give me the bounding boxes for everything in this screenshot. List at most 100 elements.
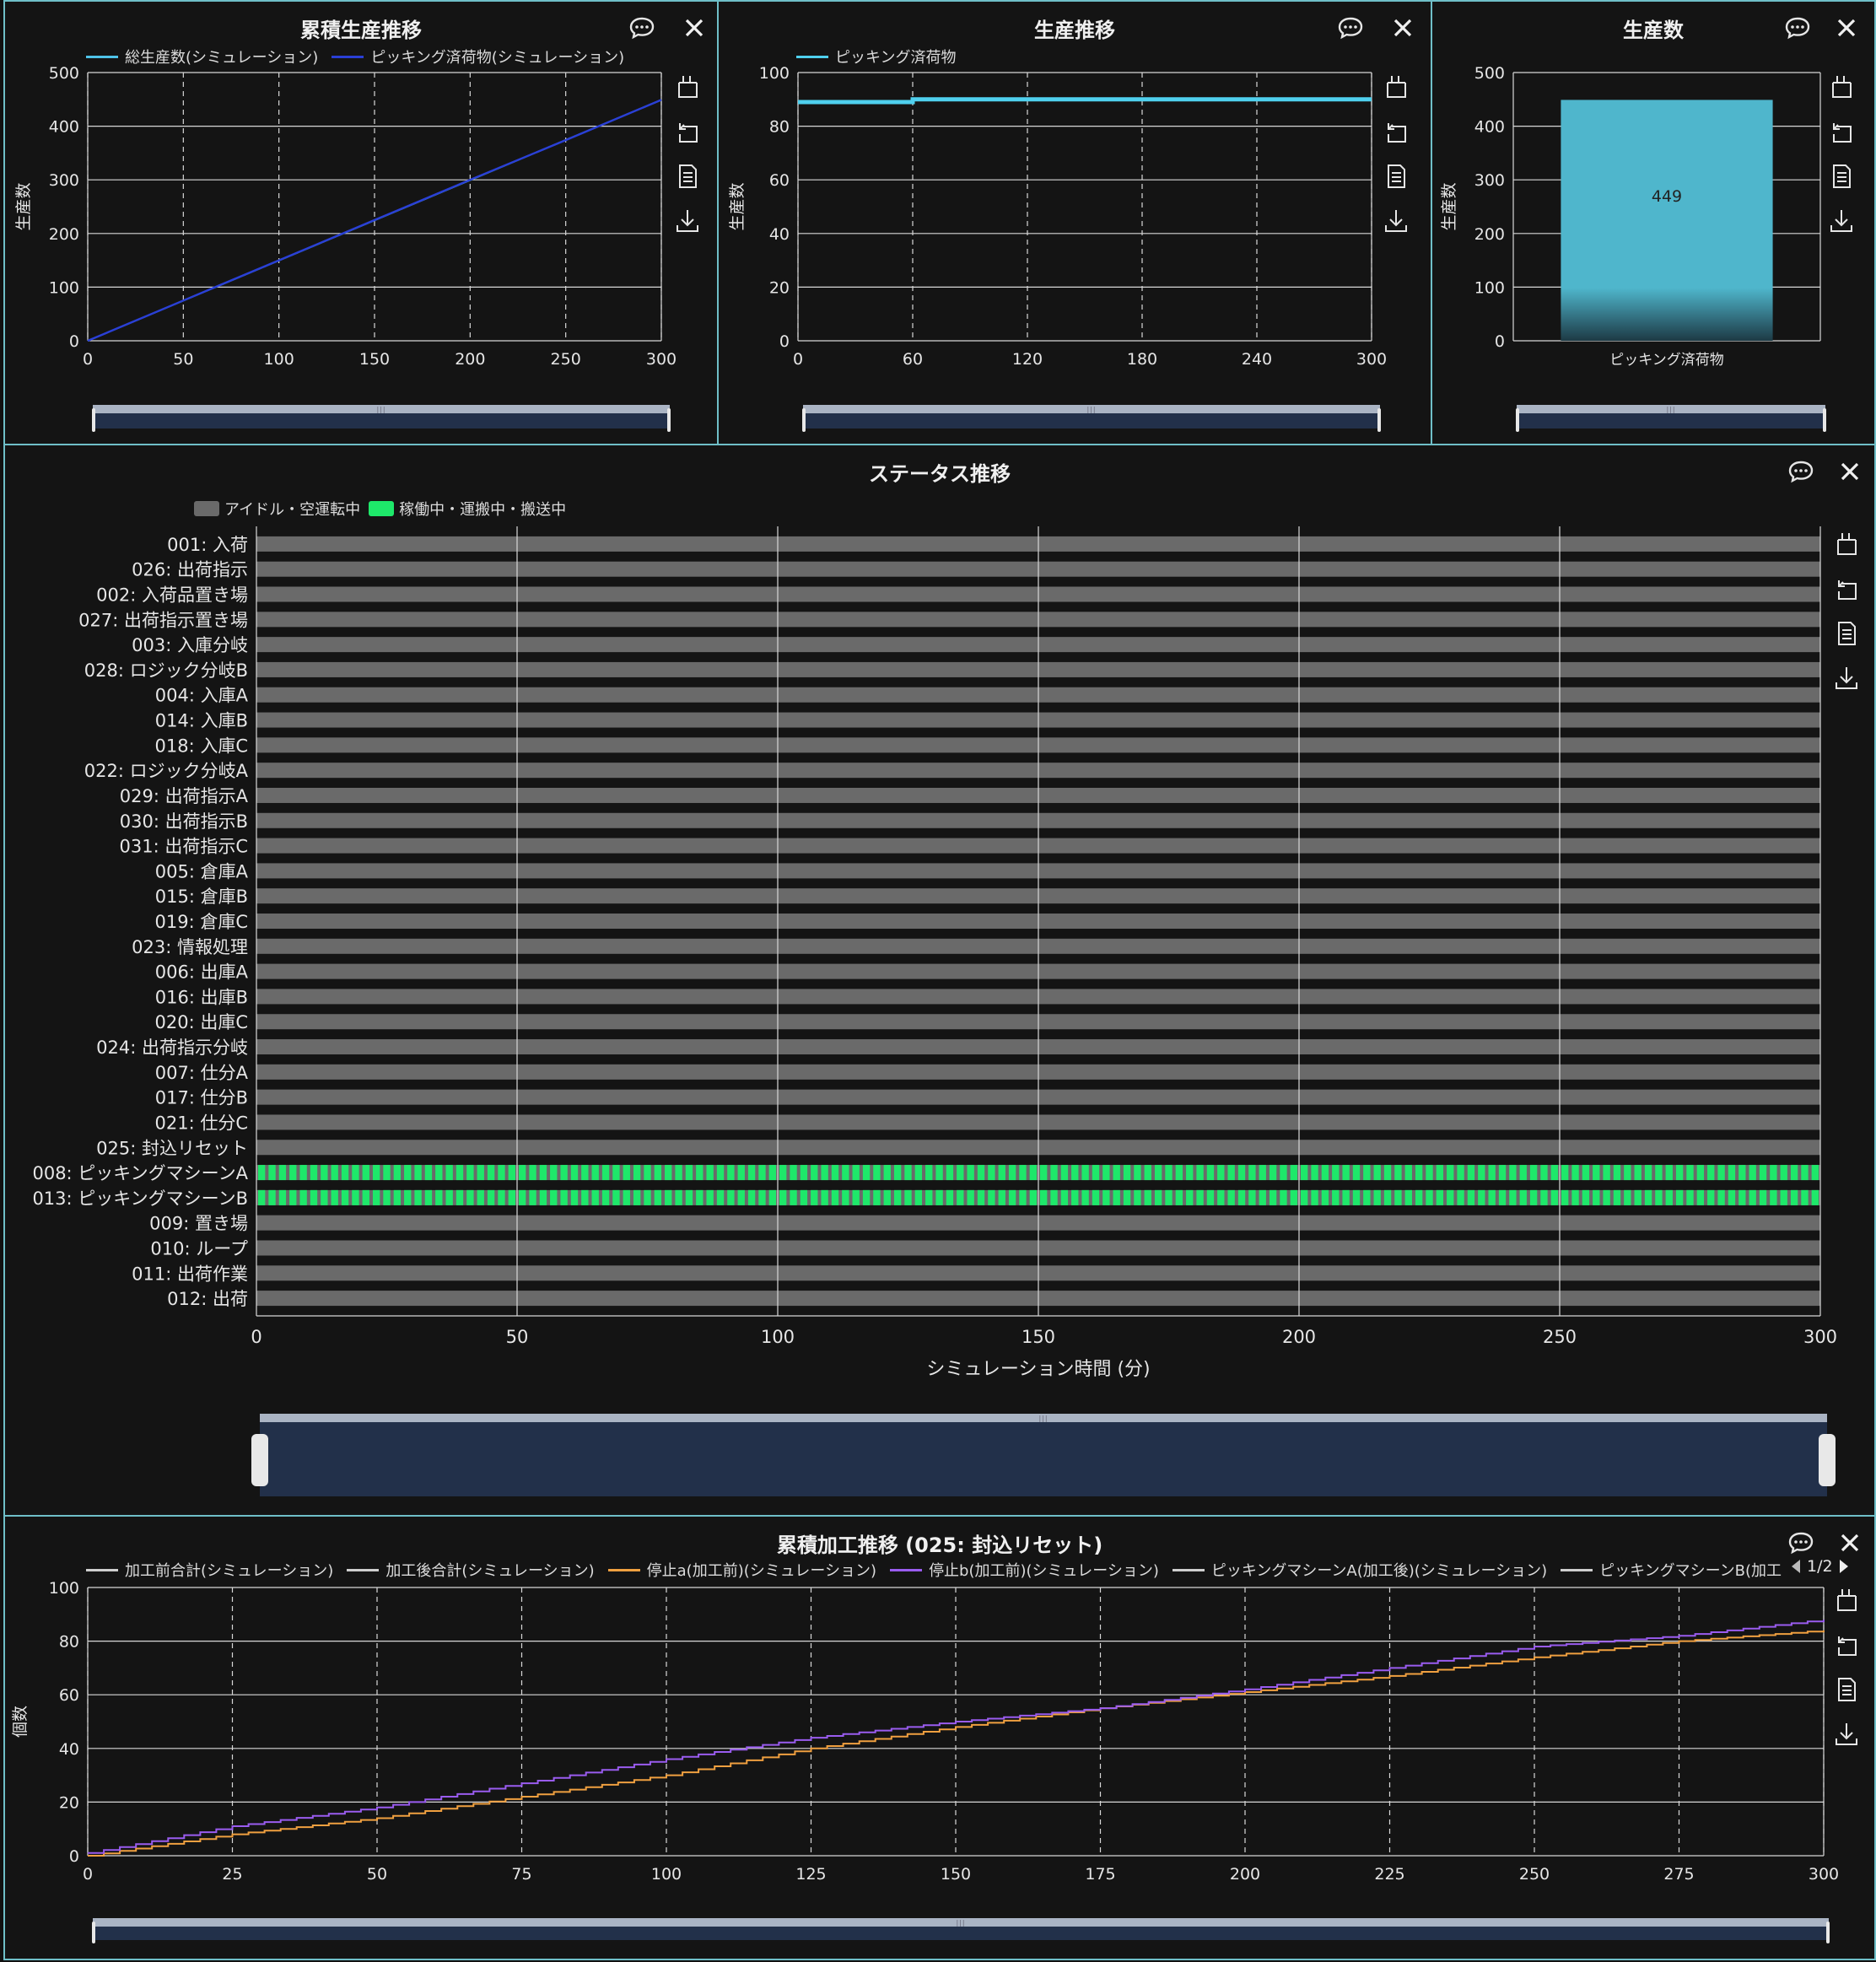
x-tick-label: 0 xyxy=(251,1327,261,1347)
status-active-segment xyxy=(341,1165,349,1181)
status-active-segment xyxy=(601,1165,610,1181)
status-active-segment xyxy=(1561,1165,1569,1181)
status-active-segment xyxy=(539,1165,547,1181)
row-label: 006: 出庫A xyxy=(155,962,249,983)
status-active-segment xyxy=(1050,1189,1058,1205)
status-active-segment xyxy=(904,1189,912,1205)
data-view-icon[interactable] xyxy=(1832,619,1861,648)
status-active-segment xyxy=(800,1165,808,1181)
status-active-segment xyxy=(1363,1165,1371,1181)
production-line-chart: 0 20 40 60 80 100 0 60 120 180 240 300 生産数 xyxy=(728,64,1387,369)
status-active-segment xyxy=(1696,1165,1705,1181)
status-active-segment xyxy=(352,1189,359,1205)
zoom-select-icon[interactable] xyxy=(1382,73,1410,101)
zoom-handle-right[interactable] xyxy=(1377,408,1381,432)
status-active-segment xyxy=(278,1165,287,1181)
x-tick-label: 0 xyxy=(83,1865,93,1884)
status-active-segment xyxy=(1092,1165,1100,1181)
zoom-handle-left[interactable] xyxy=(251,1434,268,1486)
download-icon[interactable] xyxy=(1832,664,1861,693)
status-active-segment xyxy=(1571,1189,1579,1205)
x-tick-label: 175 xyxy=(1085,1865,1115,1884)
zoom-select-icon[interactable] xyxy=(1832,1586,1861,1614)
status-active-segment xyxy=(685,1165,693,1181)
status-active-segment xyxy=(1488,1165,1496,1181)
status-active-segment xyxy=(977,1189,985,1205)
download-icon[interactable] xyxy=(1832,1720,1861,1749)
zoom-reset-icon[interactable] xyxy=(1832,574,1861,603)
data-view-icon[interactable] xyxy=(1832,1675,1861,1704)
zoom-handle-right[interactable] xyxy=(1826,1922,1830,1943)
status-active-segment xyxy=(811,1189,818,1205)
status-active-segment xyxy=(685,1189,693,1205)
data-zoom-slider[interactable]: ||| xyxy=(802,405,1381,432)
x-tick-label: 100 xyxy=(651,1865,682,1884)
status-active-segment xyxy=(1196,1189,1204,1205)
download-icon[interactable] xyxy=(1827,207,1856,235)
status-active-segment xyxy=(904,1165,912,1181)
zoom-select-icon[interactable] xyxy=(1827,73,1856,101)
status-active-segment xyxy=(424,1165,433,1181)
status-active-segment xyxy=(352,1165,359,1181)
status-active-segment xyxy=(1259,1189,1266,1205)
status-active-segment xyxy=(550,1165,558,1181)
status-active-segment xyxy=(1550,1165,1558,1181)
status-active-segment xyxy=(1394,1165,1402,1181)
zoom-handle-left[interactable] xyxy=(92,1922,95,1943)
row-label: 012: 出荷 xyxy=(167,1289,248,1309)
series-line xyxy=(798,97,1372,105)
status-active-segment xyxy=(445,1189,453,1205)
status-active-segment xyxy=(1415,1189,1423,1205)
x-tick-label: 300 xyxy=(1809,1865,1839,1884)
zoom-handle-right[interactable] xyxy=(667,408,671,432)
status-active-segment xyxy=(883,1189,891,1205)
status-active-segment xyxy=(1644,1189,1652,1205)
status-active-segment xyxy=(1144,1165,1151,1181)
row-label: 023: 情報処理 xyxy=(132,937,248,957)
status-active-segment xyxy=(747,1165,756,1181)
row-label: 028: ロジック分岐B xyxy=(84,660,248,681)
zoom-reset-icon[interactable] xyxy=(1382,117,1410,146)
status-active-segment xyxy=(1811,1165,1819,1181)
row-label: 008: ピッキングマシーンA xyxy=(32,1163,248,1183)
status-active-segment xyxy=(842,1189,849,1205)
zoom-reset-icon[interactable] xyxy=(1827,117,1856,146)
status-active-segment xyxy=(289,1189,297,1205)
data-zoom-slider[interactable]: ||| xyxy=(92,405,671,432)
chart-toolbox xyxy=(1832,530,1863,709)
zoom-select-icon[interactable] xyxy=(1832,530,1861,558)
status-active-segment xyxy=(1301,1189,1308,1205)
zoom-handle-left[interactable] xyxy=(92,408,95,432)
status-active-segment xyxy=(477,1165,484,1181)
status-active-segment xyxy=(1675,1189,1684,1205)
status-active-segment xyxy=(1175,1165,1183,1181)
zoom-handle-left[interactable] xyxy=(1516,408,1519,432)
data-zoom-slider[interactable]: ||| xyxy=(251,1414,1836,1496)
status-active-segment xyxy=(1728,1189,1736,1205)
zoom-handle-right[interactable] xyxy=(1823,408,1826,432)
data-view-icon[interactable] xyxy=(1382,162,1410,191)
data-view-icon[interactable] xyxy=(673,162,702,191)
zoom-handle-left[interactable] xyxy=(802,408,806,432)
status-active-segment xyxy=(1519,1165,1527,1181)
zoom-select-icon[interactable] xyxy=(673,73,702,101)
data-zoom-slider[interactable]: ||| xyxy=(1516,405,1826,432)
x-tick-label: 200 xyxy=(455,350,485,369)
download-icon[interactable] xyxy=(1382,207,1410,235)
status-active-segment xyxy=(1436,1189,1444,1205)
zoom-handle-right[interactable] xyxy=(1819,1434,1836,1486)
status-active-segment xyxy=(1665,1189,1673,1205)
status-active-segment xyxy=(1707,1189,1715,1205)
status-active-segment xyxy=(424,1189,433,1205)
status-active-segment xyxy=(1280,1165,1287,1181)
x-tick-label: 150 xyxy=(359,350,390,369)
status-active-segment xyxy=(1113,1165,1120,1181)
data-view-icon[interactable] xyxy=(1827,162,1856,191)
status-active-segment xyxy=(665,1165,672,1181)
status-active-segment xyxy=(1050,1165,1058,1181)
zoom-reset-icon[interactable] xyxy=(673,117,702,146)
data-zoom-slider[interactable]: ||| xyxy=(92,1918,1830,1943)
x-tick-label: 240 xyxy=(1242,350,1272,369)
zoom-reset-icon[interactable] xyxy=(1832,1631,1861,1659)
download-icon[interactable] xyxy=(673,207,702,235)
